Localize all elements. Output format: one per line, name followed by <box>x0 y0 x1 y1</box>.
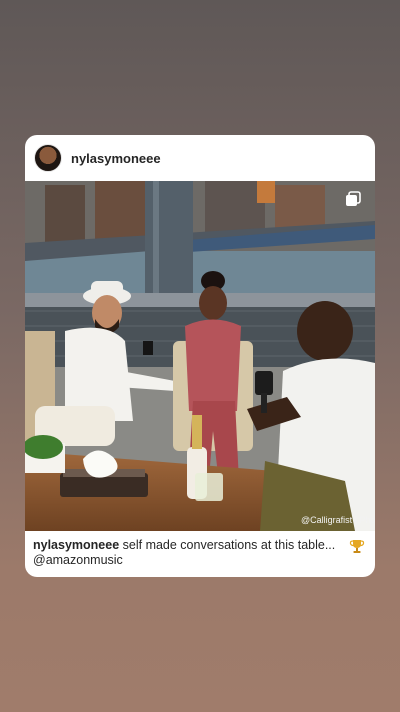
caption-mention[interactable]: @amazonmusic <box>33 553 123 567</box>
avatar[interactable] <box>34 144 62 172</box>
multiple-photos-icon <box>346 191 361 206</box>
caption-username[interactable]: nylasymoneee <box>33 538 119 552</box>
photo-credit: @Calligrafist | Pho <box>301 515 375 525</box>
shared-post-card[interactable]: nylasymoneee @Calligrafist | Pho nylasym… <box>25 135 375 577</box>
username[interactable]: nylasymoneee <box>71 151 161 166</box>
post-header: nylasymoneee <box>25 135 375 181</box>
caption-text: self made conversations at this table... <box>119 538 336 552</box>
post-photo[interactable] <box>25 181 375 531</box>
post-caption: nylasymoneee self made conversations at … <box>33 538 351 568</box>
trophy-icon <box>349 540 365 553</box>
